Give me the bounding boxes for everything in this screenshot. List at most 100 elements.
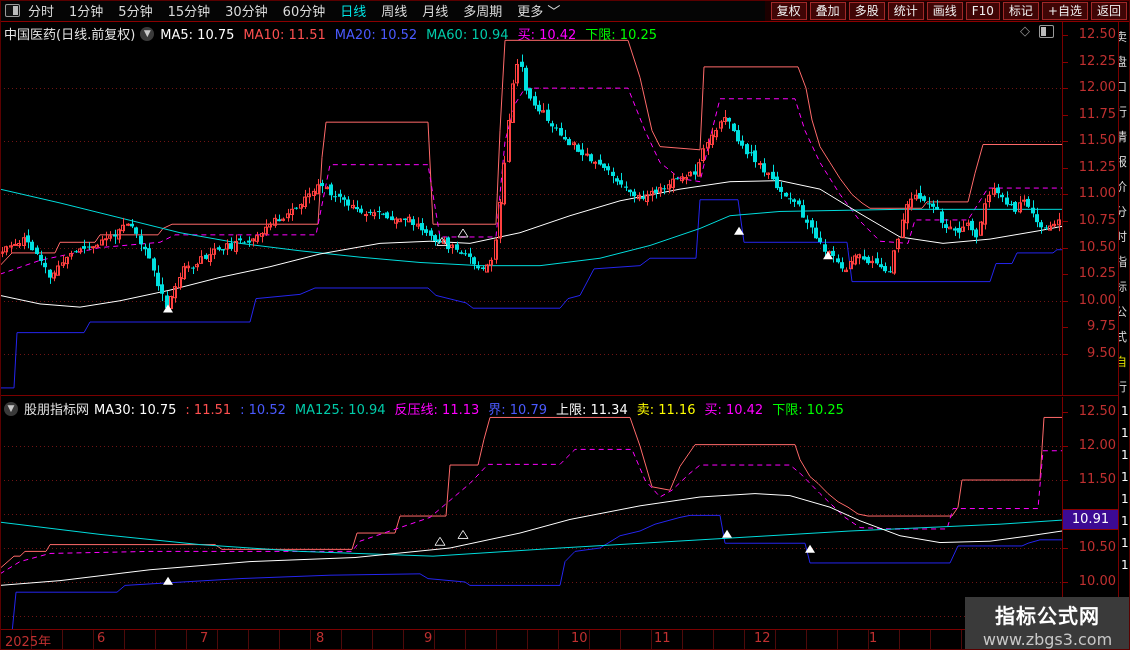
footer-tick [465,646,466,650]
chevron-down-icon[interactable]: ▼ [140,27,154,41]
footer-tick [341,646,342,650]
footer-tick [217,646,218,650]
footer-tick [310,646,311,650]
toolbar-button[interactable]: F10 [966,2,1000,20]
footer-tick [0,646,1,650]
time-tick [682,630,683,646]
toolbar-button[interactable]: 画线 [927,2,963,20]
period-tab[interactable]: 周线 [381,1,407,20]
footer-tick [744,646,745,650]
clipped-text-fragment: 指 [1118,250,1130,275]
footer-tick [620,646,621,650]
layout-split-icon[interactable] [5,4,20,17]
month-label: 9 [424,631,432,646]
clipped-text-fragment: 卖 [1118,25,1130,50]
axis-tick [1063,88,1068,89]
footer-tick [31,646,32,650]
time-tick [341,630,342,646]
time-tick [496,630,497,646]
time-axis: 2025年67891011121 [0,629,1130,647]
legend-item: MA20: 10.52 [335,28,417,43]
clipped-text-fragment: 1 [1121,510,1130,532]
time-tick [217,630,218,646]
period-tab[interactable]: 15分钟 [168,1,211,20]
indicator-title: 股朋指标网 [24,399,89,418]
time-tick [744,630,745,646]
main-chart-canvas[interactable] [0,22,1062,395]
legend-item: 反压线: 11.13 [395,403,480,418]
diamond-icon[interactable]: ◇ [1020,24,1030,39]
price-axis-label: 10.50 [1079,541,1116,555]
period-tab[interactable]: 多周期 [463,1,502,20]
footer-tick [434,646,435,650]
price-axis-label: 11.50 [1079,473,1116,487]
watermark-url: www.zbgs3.com [965,630,1130,649]
footer-tick [248,646,249,650]
pane2-header: ▼ 股朋指标网 MA30: 10.75: 11.51: 10.52MA125: … [4,399,853,418]
legend-item: 卖: 11.16 [637,403,696,418]
axis-tick [1063,301,1068,302]
legend-item: 界: 10.79 [488,403,547,418]
period-tab[interactable]: 分时 [28,1,54,20]
footer-tick [496,646,497,650]
clipped-text-fragment: 式 [1118,325,1130,350]
period-tab-list: 分时 1分钟 5分钟 15分钟 30分钟 60分钟日线周线月线多周期更多 ﹀ [28,1,575,20]
month-label: 6 [97,631,105,646]
toolbar-button[interactable]: 复权 [771,2,807,20]
panel-split-icon[interactable] [1039,25,1054,38]
footer-tick [961,646,962,650]
period-tab[interactable]: 日线 [340,1,366,20]
clipped-text-fragment: 1 [1121,422,1130,444]
footer-tick-strip [0,646,1130,650]
right-panel-clipped-strip: 买卖盘口行情报价分时指标公式自行11111111 [1118,0,1130,650]
toolbar-button[interactable]: 多股 [849,2,885,20]
footer-tick [93,646,94,650]
indicator-chart-canvas[interactable] [0,397,1062,629]
price-axis-label: 12.50 [1079,405,1116,419]
axis-tick [1063,221,1068,222]
legend-item: 下限: 10.25 [772,403,844,418]
clipped-text-fragment: 标 [1118,275,1130,300]
axis-tick [1063,141,1068,142]
chevron-down-icon[interactable]: ▼ [4,402,18,416]
period-tab[interactable]: 5分钟 [118,1,152,20]
time-tick [465,630,466,646]
axis-tick [1063,168,1068,169]
footer-tick [589,646,590,650]
time-tick [651,630,652,646]
toolbar-button[interactable]: 标记 [1003,2,1039,20]
time-tick [775,630,776,646]
clipped-text-fragment: 1 [1121,400,1130,422]
price-axis-label: 11.00 [1079,187,1116,201]
footer-tick [279,646,280,650]
footer-tick [155,646,156,650]
footer-tick [527,646,528,650]
time-tick [186,630,187,646]
time-tick [310,630,311,646]
clipped-text-fragment: 分 [1118,200,1130,225]
period-tab[interactable]: 30分钟 [225,1,268,20]
footer-tick [124,646,125,650]
toolbar-button[interactable]: 叠加 [810,2,846,20]
clipped-text-fragment: 1 [1121,554,1130,576]
toolbar-button[interactable]: 返回 [1091,2,1127,20]
clipped-text-fragment: 行 [1118,375,1130,400]
month-label: 12 [754,631,771,646]
period-tab[interactable]: 1分钟 [69,1,103,20]
period-tab[interactable]: 60分钟 [283,1,326,20]
period-tab[interactable]: 月线 [422,1,448,20]
price-axis-main: 12.5012.2512.0011.7511.5011.2511.0010.75… [1062,22,1119,395]
clipped-text-fragment: 1 [1121,444,1130,466]
footer-tick [868,646,869,650]
month-label: 11 [654,631,671,646]
pane-divider [0,395,1130,396]
legend-item: : 10.52 [240,403,286,418]
period-tab[interactable]: 更多 ﹀ [517,1,560,20]
legend-item: MA5: 10.75 [160,28,234,43]
footer-tick [62,646,63,650]
toolbar-button[interactable]: +自选 [1042,2,1088,20]
time-tick [589,630,590,646]
toolbar-button[interactable]: 统计 [888,2,924,20]
axis-tick [1063,548,1068,549]
legend-item: MA60: 10.94 [426,28,508,43]
